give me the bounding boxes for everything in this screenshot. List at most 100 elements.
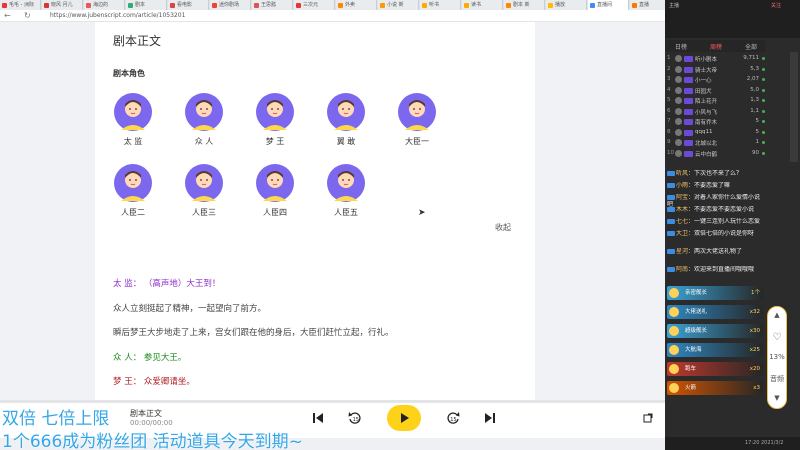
chat-user: 大卫：: [676, 230, 695, 237]
chat-text: 一键三连别人玩什么恋爱: [694, 218, 761, 225]
role-card[interactable]: 梦 王: [245, 92, 305, 147]
browser-tab[interactable]: 王思懿: [252, 0, 293, 10]
favicon-icon: [254, 3, 259, 8]
ranking-row[interactable]: 4 田园犬 5,0: [667, 86, 765, 96]
favicon-icon: [2, 3, 7, 8]
previous-track-icon[interactable]: [308, 408, 328, 428]
browser-tab-bar: 毛毛 - 洲际 晓风 月儿 海边的 剧本 看电影 迷你剧场 王思懿 三次元 外卖 小说 新 听书 读书…: [0, 0, 665, 10]
scroll-up-icon[interactable]: ▲: [768, 311, 786, 319]
rank-number: 9: [667, 139, 671, 145]
play-button[interactable]: [387, 405, 421, 431]
gift-name: 火箭: [685, 385, 697, 391]
favicon-icon: [212, 3, 217, 8]
viewer-score: 5: [755, 128, 760, 135]
gift-banner: 超级舰长 x30: [667, 324, 763, 338]
online-dot-icon: [762, 130, 765, 134]
tab-label: 外卖: [345, 2, 356, 8]
browser-tab[interactable]: 三次元: [294, 0, 335, 10]
ranking-row[interactable]: 10 云中白鹤 90: [667, 149, 765, 159]
role-card[interactable]: 大臣一: [387, 92, 447, 147]
viewer-score: 5,3: [750, 65, 759, 72]
follow-button[interactable]: 关注: [771, 2, 781, 9]
viewer-name: 骑士大帝: [695, 67, 718, 74]
favicon-icon: [506, 3, 511, 8]
browser-tab[interactable]: 剧本 新: [504, 0, 545, 10]
viewer-score: 5: [755, 118, 760, 124]
avatar-icon: [256, 164, 294, 202]
viewer-name: 田园犬: [695, 88, 712, 95]
ranking-row[interactable]: 2 骑士大帝 5,3: [667, 65, 765, 75]
rank-number: 5: [667, 97, 671, 103]
browser-tab[interactable]: 晓风 月儿: [42, 0, 83, 10]
back-icon[interactable]: ←: [4, 11, 11, 21]
tab-all[interactable]: 全部: [745, 42, 757, 51]
viewer-name: 北城以北: [695, 141, 718, 147]
ranking-row[interactable]: 7 南有乔木 5: [667, 117, 765, 127]
rank-number: 6: [667, 107, 671, 114]
browser-tab[interactable]: 听书: [420, 0, 461, 10]
gift-banner: 跑车 x20: [667, 362, 763, 376]
role-card[interactable]: 人臣五: [316, 163, 376, 218]
tab-label: 迷你剧场: [219, 2, 240, 8]
fan-badge-icon: [684, 56, 693, 62]
browser-tab[interactable]: 毛毛 - 洲际: [0, 0, 41, 10]
ranking-row[interactable]: 6 小风与飞 1,1: [667, 107, 765, 117]
ranking-row[interactable]: 3 小一心 2,07: [667, 75, 765, 85]
avatar: [675, 76, 682, 83]
heart-icon[interactable]: ♡: [768, 332, 786, 343]
scrollbar[interactable]: [790, 52, 798, 162]
favicon-icon: [380, 3, 385, 8]
next-track-icon[interactable]: [480, 408, 500, 428]
role-card[interactable]: 太 监: [103, 92, 163, 147]
share-icon[interactable]: [638, 408, 658, 428]
avatar-icon: [185, 93, 223, 131]
role-card[interactable]: 人臣三: [174, 163, 234, 218]
online-dot-icon: [762, 99, 765, 102]
ranking-row[interactable]: 9 北城以北 1: [667, 138, 765, 148]
browser-tab[interactable]: 迷你剧场: [210, 0, 251, 10]
tab-weekly[interactable]: 周榜: [710, 42, 722, 51]
tab-daily[interactable]: 日榜: [675, 42, 687, 51]
browser-tab[interactable]: 播放: [546, 0, 587, 10]
ranking-row[interactable]: 1 听小剧本 9,711: [667, 54, 765, 64]
rewind-15-icon[interactable]: 15: [345, 408, 365, 428]
refresh-icon[interactable]: ↻: [24, 11, 31, 21]
browser-tab[interactable]: 读书: [462, 0, 503, 10]
url-text[interactable]: https://www.jubenscript.com/article/1053…: [50, 11, 185, 21]
streamer-header: 主播 关注: [665, 0, 800, 38]
browser-tab[interactable]: 外卖: [336, 0, 377, 10]
script-line: 梦 王： 众爱卿请坐。: [113, 377, 195, 387]
browser-tab[interactable]: 直播间: [588, 0, 629, 10]
gift-count: x3: [753, 385, 760, 391]
role-card[interactable]: 人臣二: [103, 163, 163, 218]
tab-label: 直播间: [597, 2, 613, 8]
gift-name: 亲密舰长: [685, 290, 708, 296]
role-card[interactable]: 翼 敢: [316, 92, 376, 147]
browser-tab[interactable]: 直播: [630, 0, 665, 10]
browser-tab[interactable]: 看电影: [168, 0, 209, 10]
collapse-button[interactable]: 收起: [495, 222, 511, 233]
scroll-down-icon[interactable]: ▼: [768, 394, 786, 402]
forward-15-icon[interactable]: 15: [443, 408, 463, 428]
address-bar[interactable]: ← ↻ https://www.jubenscript.com/article/…: [0, 10, 665, 22]
avatar: [675, 118, 682, 125]
role-name: 人臣三: [192, 208, 216, 217]
browser-tab[interactable]: 小说 新: [378, 0, 419, 10]
tab-label: 播放: [555, 2, 566, 8]
avatar: [675, 55, 682, 62]
stream-overlay-line-1: 双倍 七倍上限: [2, 409, 110, 429]
role-card[interactable]: 众 人: [174, 92, 234, 147]
browser-tab[interactable]: 海边的: [84, 0, 125, 10]
script-line: 瞬后梦王大步地走了上来，宫女们跟在他的身后，大臣们赶忙立起，行礼。: [113, 328, 394, 338]
favicon-icon: [464, 3, 469, 8]
page-area: 剧本正文 剧本角色 太 监 众 人 梦 王 翼 敢 大臣一 人臣二 人臣三 人臣…: [0, 22, 665, 412]
favicon-icon: [44, 3, 49, 8]
audio-toggle[interactable]: 音频: [768, 374, 786, 384]
ranking-row[interactable]: 8 qqq11 5: [667, 128, 765, 138]
ranking-row[interactable]: 5 陌上花开 1,3: [667, 96, 765, 106]
avatar: [675, 128, 682, 136]
role-card[interactable]: 人臣四: [245, 163, 305, 218]
percent-label: 13%: [769, 353, 785, 361]
avatar: [675, 86, 682, 94]
browser-tab[interactable]: 剧本: [126, 0, 167, 10]
